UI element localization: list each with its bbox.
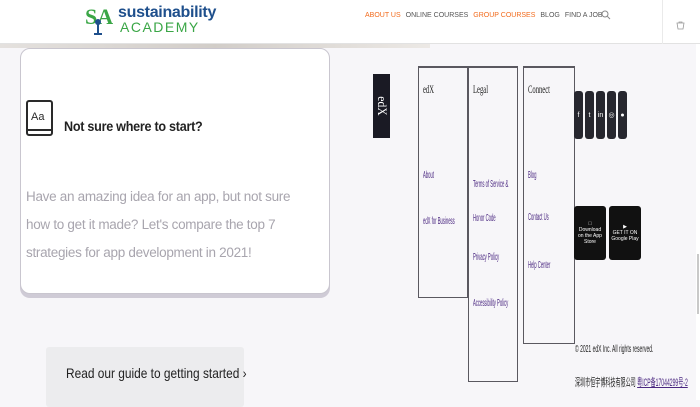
icp-notice: 深圳市恒宇博科技有限公司 粤ICP备17044299号-2 xyxy=(575,374,688,390)
footer-column-connect: Connect Blog Contact Us Help Center xyxy=(523,66,575,344)
instagram-icon[interactable]: ◎ xyxy=(607,91,616,139)
logo-word-bottom: ACADEMY xyxy=(120,19,200,35)
app-store-badge[interactable]:  Download on the App Store xyxy=(574,206,606,260)
social-links: f t in ◎ ● xyxy=(574,91,627,139)
reddit-icon[interactable]: ● xyxy=(618,91,627,139)
edx-logo[interactable]: edX xyxy=(373,74,390,138)
nav-blog[interactable]: BLOG xyxy=(540,12,559,19)
nav-find-a-job[interactable]: FIND A JOB xyxy=(565,12,603,19)
cart-icon[interactable] xyxy=(676,21,685,30)
card-title: Not sure where to start? xyxy=(64,118,203,134)
getting-started-button[interactable]: Read our guide to getting started › xyxy=(46,347,247,407)
footer-column-title: Connect xyxy=(528,82,550,96)
nav-group-courses[interactable]: GROUP COURSES xyxy=(473,12,535,19)
footer-link-accessibility[interactable]: Accessibility Policy xyxy=(473,298,508,309)
google-play-label: GET IT ON Google Play xyxy=(611,230,639,242)
footer-link-about[interactable]: About xyxy=(423,170,434,181)
footer-link-edx-business[interactable]: edX for Business xyxy=(423,216,455,227)
footer-column-title: edX xyxy=(423,82,434,96)
header-divider xyxy=(662,0,663,44)
icp-link[interactable]: 粤ICP备17044299号-2 xyxy=(637,377,688,389)
footer-link-blog[interactable]: Blog xyxy=(528,170,536,181)
footer-column-edx: edX About edX for Business xyxy=(418,66,468,298)
google-play-badge[interactable]: ▶ GET IT ON Google Play xyxy=(609,206,641,260)
card-body: Have an amazing idea for an app, but not… xyxy=(26,189,291,260)
book-icon: Aa xyxy=(26,100,53,136)
nav-online-courses[interactable]: ONLINE COURSES xyxy=(406,12,469,19)
footer-column-legal: Legal Terms of Service & Honor Code Priv… xyxy=(468,66,518,382)
linkedin-icon[interactable]: in xyxy=(596,91,605,139)
getting-started-label: Read our guide to getting started › xyxy=(66,365,247,381)
icp-company: 深圳市恒宇博科技有限公司 xyxy=(575,377,636,389)
nav-about-us[interactable]: ABOUT US xyxy=(365,12,401,19)
copyright-text: © 2021 edX Inc. All rights reserved. xyxy=(575,344,654,355)
sa-logo-icon: SA xyxy=(85,4,113,35)
twitter-icon[interactable]: t xyxy=(585,91,594,139)
scrollbar[interactable] xyxy=(696,44,700,400)
app-store-label: Download on the App Store xyxy=(578,224,602,245)
site-header: SA sustainability ACADEMY ABOUT US ONLIN… xyxy=(0,0,700,44)
logo-mark-text: SA xyxy=(85,4,113,29)
scrollbar-thumb[interactable] xyxy=(697,254,699,314)
main-nav: ABOUT US ONLINE COURSES GROUP COURSES BL… xyxy=(365,12,603,19)
sustainability-academy-logo[interactable]: SA sustainability ACADEMY xyxy=(84,2,224,38)
footer-link-contact[interactable]: Contact Us xyxy=(528,212,549,223)
footer-link-privacy[interactable]: Privacy Policy xyxy=(473,252,499,263)
footer-column-title: Legal xyxy=(473,82,489,96)
footer-link-help-center[interactable]: Help Center xyxy=(528,260,550,271)
edx-logo-text: edX xyxy=(374,96,390,116)
facebook-icon[interactable]: f xyxy=(574,91,583,139)
edx-footer: edX edX About edX for Business Legal Ter… xyxy=(368,48,696,400)
book-icon-text: Aa xyxy=(31,111,45,123)
footer-link-terms[interactable]: Terms of Service & Honor Code xyxy=(473,168,515,236)
search-icon[interactable] xyxy=(601,10,611,20)
